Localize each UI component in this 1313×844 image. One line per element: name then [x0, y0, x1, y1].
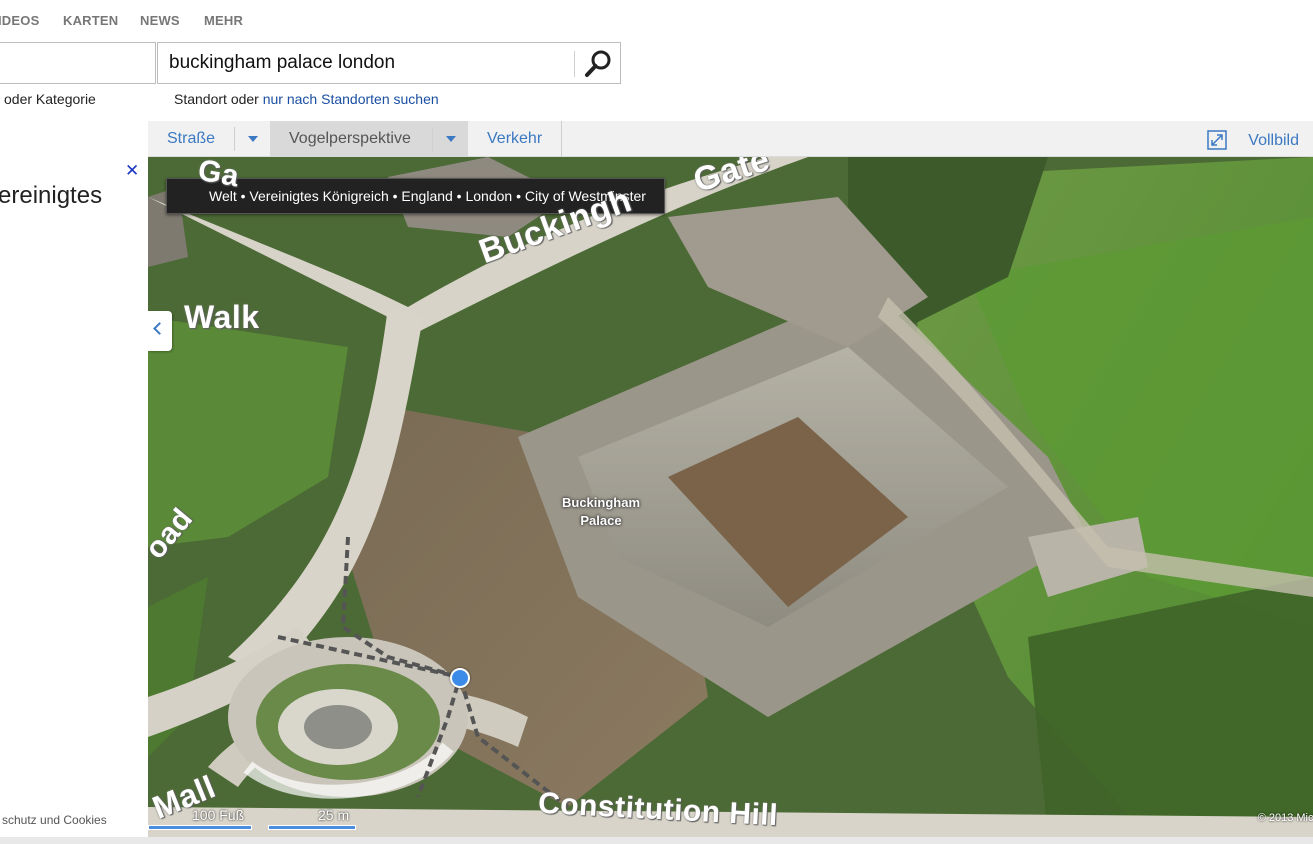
scale-feet-bar: [148, 825, 252, 830]
search-button[interactable]: [582, 48, 614, 80]
location-title: ereinigtes: [0, 182, 103, 209]
bottom-border: [0, 837, 1313, 844]
location-only-search-link[interactable]: nur nach Standorten suchen: [263, 91, 439, 107]
chevron-left-icon: [153, 322, 166, 335]
map-canvas[interactable]: Welt • Vereinigtes Königreich • England …: [148, 157, 1313, 837]
results-panel: ✕ ereinigtes schutz und Cookies: [0, 156, 148, 836]
what-search-field[interactable]: [0, 42, 156, 84]
where-hint: Standort oder nur nach Standorten suchen: [174, 91, 439, 107]
close-icon[interactable]: ✕: [125, 162, 139, 180]
scale-meters-bar: [268, 825, 356, 830]
scale-meters-label: 25 m: [318, 807, 350, 823]
expand-icon: [1207, 130, 1227, 150]
what-search-input[interactable]: [7, 48, 147, 78]
location-marker[interactable]: [450, 668, 470, 688]
traffic-button[interactable]: Verkehr: [487, 121, 542, 157]
where-search-input[interactable]: [169, 51, 569, 75]
privacy-cookies-link[interactable]: schutz und Cookies: [2, 813, 107, 827]
search-divider: [574, 51, 575, 77]
collapse-panel-button[interactable]: [148, 311, 172, 351]
toolbar-divider: [432, 127, 433, 151]
nav-videos[interactable]: IDEOS: [0, 13, 39, 28]
what-hint: oder Kategorie: [4, 91, 96, 107]
chevron-down-icon: [248, 136, 258, 142]
toolbar-divider: [234, 127, 235, 151]
fullscreen-label: Vollbild: [1248, 132, 1299, 149]
fullscreen-button[interactable]: Vollbild: [1207, 121, 1299, 157]
map-toolbar: Straße Vogelperspektive Verkehr Vollbild: [148, 121, 1313, 157]
chevron-down-icon: [446, 136, 456, 142]
where-hint-text: Standort oder: [174, 91, 263, 107]
nav-more[interactable]: MEHR: [204, 13, 243, 28]
aerial-view-dropdown[interactable]: [434, 121, 468, 157]
map-scale-bar: 100 Fuß 25 m: [148, 807, 368, 833]
search-icon: [585, 50, 611, 77]
toolbar-divider: [561, 121, 562, 157]
scale-feet-label: 100 Fuß: [192, 807, 245, 823]
poi-label[interactable]: Buckingham Palace: [553, 494, 649, 530]
aerial-view-label: Vogelperspektive: [289, 130, 411, 147]
aerial-imagery: [148, 157, 1313, 837]
road-label-walk: Walk: [184, 299, 260, 335]
nav-maps[interactable]: KARTEN: [63, 13, 118, 28]
top-navigation: IDEOS KARTEN NEWS MEHR: [0, 0, 700, 40]
road-view-dropdown[interactable]: [236, 121, 270, 157]
road-view-button[interactable]: Straße: [167, 121, 215, 157]
map-copyright: © 2013 Microsoft: [1257, 812, 1313, 824]
aerial-view-button[interactable]: Vogelperspektive: [270, 121, 468, 157]
nav-news[interactable]: NEWS: [140, 13, 180, 28]
where-search-field: [157, 42, 621, 84]
